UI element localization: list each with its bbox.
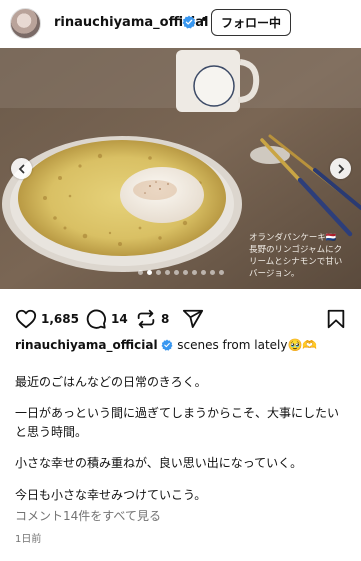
carousel-dot — [164, 270, 170, 275]
caption-line-1: 最近のごはんなどの日常のきろく。 — [15, 375, 207, 389]
chevron-left-icon — [18, 164, 24, 173]
carousel-next-button[interactable] — [330, 158, 351, 179]
action-bar: 1,685 14 8 — [0, 300, 361, 336]
caption-line-4: 今日も小さな幸せみつけていこう。 — [15, 488, 207, 502]
verified-badge-icon — [161, 339, 173, 351]
repost-count: 8 — [161, 312, 170, 326]
like-count[interactable]: 1,685 — [41, 312, 79, 326]
send-icon — [182, 309, 204, 328]
carousel-dot — [137, 270, 143, 275]
post-photo[interactable]: オランダパンケーキ🇳🇱 長野のリンゴジャムにク リームとシナモンで甘い バージョ… — [0, 48, 361, 289]
post-header: rinauchiyama_official • フォロー中 — [0, 0, 361, 46]
carousel-dot — [173, 270, 179, 275]
caption-username[interactable]: rinauchiyama_official — [15, 338, 158, 352]
carousel-dot — [182, 270, 188, 275]
like-button[interactable]: 1,685 — [15, 308, 79, 330]
carousel-dot — [155, 270, 161, 275]
share-button[interactable] — [182, 308, 204, 330]
caption-line-3: 小さな幸せの積み重ねが、良い思い出になっていく。 — [15, 456, 303, 470]
comment-count: 14 — [111, 312, 128, 326]
post-timestamp: 1日前 — [15, 534, 42, 545]
chevron-right-icon — [338, 164, 344, 173]
caption-title: scenes from lately🥹🫶 — [177, 338, 318, 352]
comment-button[interactable]: 14 — [85, 308, 128, 330]
carousel-dot — [218, 270, 224, 275]
carousel-indicator — [0, 270, 361, 275]
heart-icon — [15, 309, 37, 329]
comment-bubble-icon — [86, 309, 106, 329]
following-button[interactable]: フォロー中 — [211, 9, 291, 36]
verified-badge-icon — [182, 15, 196, 29]
carousel-dot — [146, 270, 152, 275]
carousel-dot — [209, 270, 215, 275]
bookmark-icon — [327, 309, 345, 329]
caption-header: rinauchiyama_official scenes from lately… — [15, 338, 317, 352]
carousel-prev-button[interactable] — [11, 158, 32, 179]
view-all-comments-link[interactable]: コメント14件をすべて見る — [15, 507, 161, 524]
repost-icon — [137, 309, 155, 329]
repost-button[interactable]: 8 — [135, 308, 169, 330]
carousel-dot — [200, 270, 206, 275]
avatar[interactable] — [10, 8, 41, 39]
carousel-dot — [191, 270, 197, 275]
header-separator: • — [200, 12, 209, 28]
save-button[interactable] — [325, 308, 347, 330]
caption-line-2: 一日があっという間に過ぎてしまうからこそ、大事にしたいと思う時間。 — [15, 406, 340, 439]
